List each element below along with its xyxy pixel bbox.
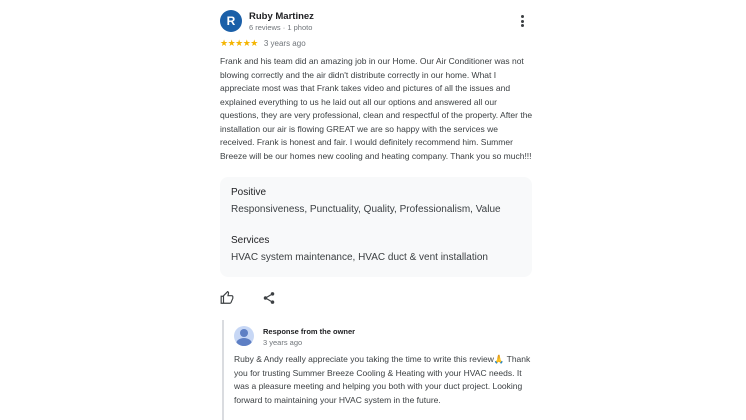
owner-response-title: Response from the owner bbox=[263, 327, 356, 336]
review-text: Frank and his team did an amazing job in… bbox=[220, 56, 533, 161]
more-options-icon[interactable] bbox=[518, 14, 526, 30]
owner-response-text: Ruby & Andy really appreciate you taking… bbox=[234, 354, 531, 405]
attribute-value-positive: Responsiveness, Punctuality, Quality, Pr… bbox=[231, 204, 501, 215]
attribute-value-services: HVAC system maintenance, HVAC duct & ven… bbox=[231, 252, 488, 263]
share-icon[interactable] bbox=[262, 291, 276, 305]
rating-row: ★★★★★ 3 years ago bbox=[220, 37, 306, 49]
attribute-title-positive: Positive bbox=[231, 187, 267, 198]
owner-avatar-icon bbox=[234, 326, 254, 346]
review-attributes: Positive Responsiveness, Punctuality, Qu… bbox=[220, 177, 532, 277]
owner-response-date: 3 years ago bbox=[263, 338, 303, 347]
star-rating: ★★★★★ bbox=[220, 37, 258, 48]
attribute-title-services: Services bbox=[231, 235, 270, 246]
reviewer-name[interactable]: Ruby Martinez bbox=[249, 11, 314, 22]
reviewer-meta: 6 reviews · 1 photo bbox=[249, 23, 313, 32]
thumbs-up-icon[interactable] bbox=[220, 290, 234, 305]
reviewer-avatar[interactable]: R bbox=[220, 10, 242, 32]
owner-response: Response from the owner 3 years ago Ruby… bbox=[222, 320, 536, 420]
review-date: 3 years ago bbox=[263, 38, 306, 48]
